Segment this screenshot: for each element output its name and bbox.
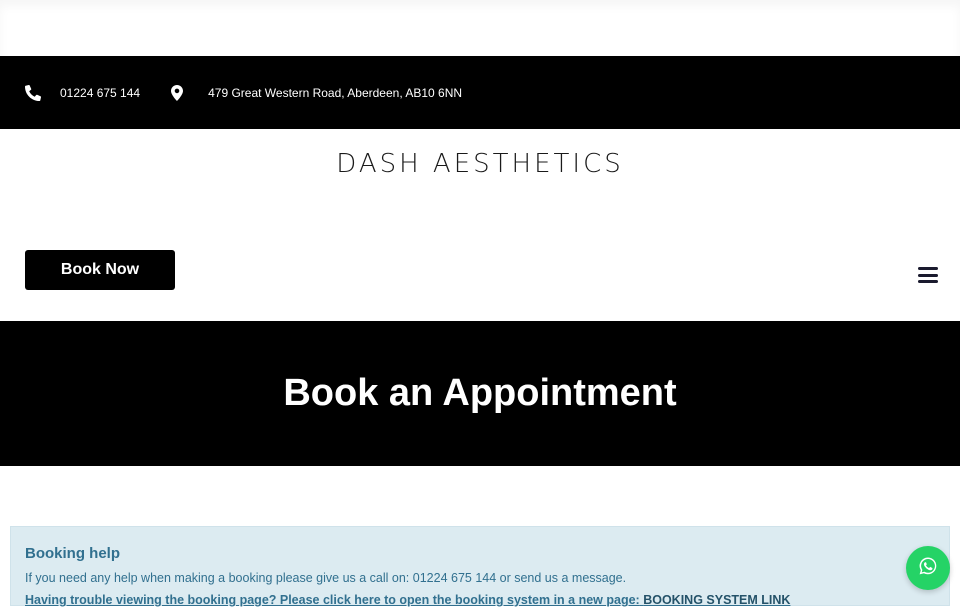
top-spacer (0, 0, 960, 56)
hamburger-menu-icon[interactable] (918, 267, 938, 283)
whatsapp-icon (918, 556, 938, 581)
contact-phone[interactable]: 01224 675 144 (25, 84, 169, 101)
phone-icon (25, 84, 41, 101)
address-text[interactable]: 479 Great Western Road, Aberdeen, AB10 6… (208, 86, 462, 100)
booking-help-title: Booking help (25, 545, 120, 562)
page-hero: Book an Appointment (0, 321, 960, 466)
booking-system-link[interactable]: BOOKING SYSTEM LINK (643, 593, 790, 607)
booking-help-text: If you need any help when making a booki… (25, 571, 627, 585)
booking-help-link-line: Having trouble viewing the booking page?… (25, 593, 935, 607)
booking-help-link-text: Having trouble viewing the booking page?… (25, 593, 640, 607)
book-now-button[interactable]: Book Now (25, 250, 175, 290)
contact-bar: 01224 675 144 479 Great Western Road, Ab… (0, 56, 960, 129)
phone-number[interactable]: 01224 675 144 (60, 86, 140, 100)
whatsapp-button[interactable] (906, 546, 950, 590)
site-logo[interactable]: DASH AESTHETICS (0, 149, 960, 179)
contact-address[interactable]: 479 Great Western Road, Aberdeen, AB10 6… (169, 84, 462, 101)
booking-help-box: Booking help If you need any help when m… (10, 526, 950, 607)
page-title: Book an Appointment (283, 372, 677, 414)
site-header: DASH AESTHETICS Book Now (0, 129, 960, 321)
map-marker-icon (169, 84, 185, 101)
